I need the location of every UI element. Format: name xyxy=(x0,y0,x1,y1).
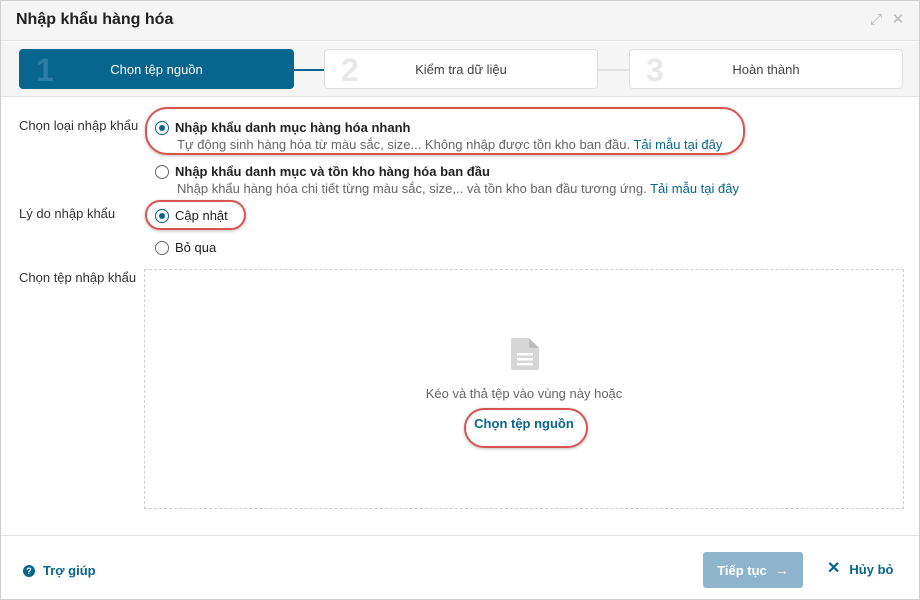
import-type-inventory-radio[interactable]: Nhập khẩu danh mục và tồn kho hàng hóa b… xyxy=(155,164,490,179)
reason-skip-radio[interactable]: Bỏ qua xyxy=(155,240,216,255)
radio-unchecked-icon xyxy=(155,165,169,179)
step-2: 2 Kiểm tra dữ liệu xyxy=(324,49,598,89)
step-label: Hoàn thành xyxy=(732,62,800,77)
step-label: Chọn tệp nguồn xyxy=(110,62,203,77)
window-controls: ⤢ ✕ xyxy=(869,12,905,28)
import-type-quick-radio[interactable]: Nhập khẩu danh mục hàng hóa nhanh xyxy=(155,120,410,135)
step-connector xyxy=(293,69,325,71)
help-button[interactable]: ? Trợ giúp xyxy=(23,563,96,578)
step-label: Kiểm tra dữ liệu xyxy=(415,62,507,77)
dialog-footer: ? Trợ giúp Tiếp tục → ✕ Hủy bỏ xyxy=(1,535,919,599)
step-connector xyxy=(598,69,630,71)
dialog-title: Nhập khẩu hàng hóa xyxy=(16,11,174,28)
reason-update-radio[interactable]: Cập nhật xyxy=(155,208,228,223)
radio-label: Nhập khẩu danh mục hàng hóa nhanh xyxy=(175,120,411,135)
download-template-link[interactable]: Tải mẫu tại đây xyxy=(650,181,739,196)
download-template-link[interactable]: Tải mẫu tại đây xyxy=(633,137,722,152)
cancel-label: Hủy bỏ xyxy=(849,561,894,577)
help-label: Trợ giúp xyxy=(43,563,96,578)
next-button[interactable]: Tiếp tục → xyxy=(703,552,803,588)
expand-icon[interactable]: ⤢ xyxy=(869,12,883,28)
dropzone-text: Kéo và thả tệp vào vùng này hoặc xyxy=(425,386,623,401)
import-type-label: Chọn loại nhập khẩu xyxy=(19,118,139,133)
import-dialog: Nhập khẩu hàng hóa ⤢ ✕ 1 Chọn tệp nguồn … xyxy=(0,0,920,600)
file-picker-label: Chọn tệp nhập khẩu xyxy=(19,270,137,285)
close-icon[interactable]: ✕ xyxy=(891,12,905,28)
file-document-icon xyxy=(511,338,539,370)
arrow-right-icon: → xyxy=(774,562,789,578)
next-label: Tiếp tục xyxy=(717,562,767,578)
description-text: Tự động sinh hàng hóa từ màu sắc, size..… xyxy=(177,137,631,152)
radio-checked-icon xyxy=(155,209,169,223)
radio-unchecked-icon xyxy=(155,241,169,255)
annotation-highlight xyxy=(464,408,588,448)
step-3: 3 Hoàn thành xyxy=(629,49,903,89)
radio-label: Nhập khẩu danh mục và tồn kho hàng hóa b… xyxy=(175,164,490,179)
option-description: Tự động sinh hàng hóa từ màu sắc, size..… xyxy=(177,137,722,152)
description-text: Nhập khẩu hàng hóa chi tiết từng màu sắc… xyxy=(177,181,647,196)
cancel-button[interactable]: ✕ Hủy bỏ xyxy=(827,561,893,577)
close-icon: ✕ xyxy=(827,560,841,577)
wizard-steps: 1 Chọn tệp nguồn 2 Kiểm tra dữ liệu 3 Ho… xyxy=(1,42,919,97)
dialog-titlebar: Nhập khẩu hàng hóa ⤢ ✕ xyxy=(1,1,919,41)
radio-label: Bỏ qua xyxy=(175,240,217,255)
reason-label: Lý do nhập khẩu xyxy=(19,206,116,221)
help-icon: ? xyxy=(23,564,35,577)
step-1: 1 Chọn tệp nguồn xyxy=(19,49,294,89)
file-dropzone[interactable]: Kéo và thả tệp vào vùng này hoặc Chọn tệ… xyxy=(144,269,904,509)
radio-label: Cập nhật xyxy=(175,208,228,223)
radio-checked-icon xyxy=(155,121,169,135)
option-description: Nhập khẩu hàng hóa chi tiết từng màu sắc… xyxy=(177,181,739,196)
